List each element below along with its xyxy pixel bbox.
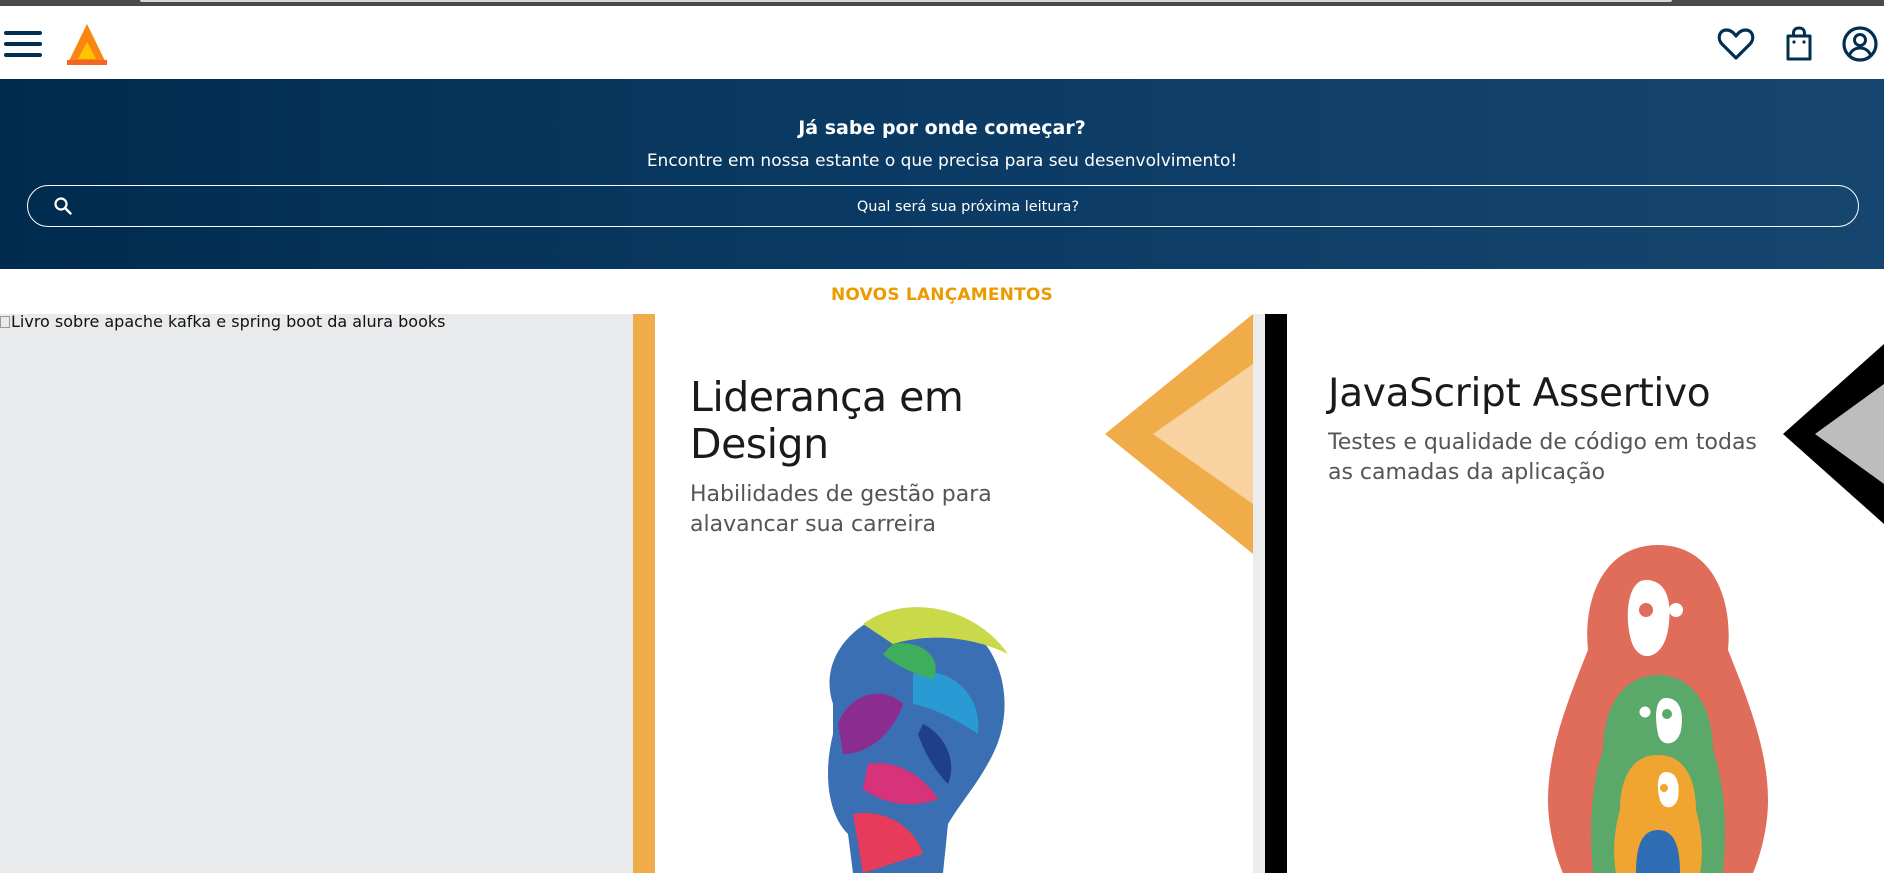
banner-title: Já sabe por onde começar? [798, 117, 1086, 139]
broken-image-alt-text: Livro sobre apache kafka e spring boot d… [0, 312, 445, 331]
search-banner: Já sabe por onde começar? Encontre em no… [0, 79, 1884, 269]
search-input[interactable] [88, 190, 1848, 224]
broken-book-image[interactable] [0, 314, 633, 873]
new-releases-title: NOVOS LANÇAMENTOS [831, 285, 1053, 305]
broken-image-icon [0, 316, 10, 328]
broken-image-alt-label: Livro sobre apache kafka e spring boot d… [11, 312, 446, 331]
book-subtitle: Testes e qualidade de código em todas as… [1328, 430, 1757, 485]
alurabooks-logo-icon[interactable] [66, 22, 108, 67]
cover-nesting-doll-illustration [1548, 545, 1768, 873]
search-icon[interactable] [53, 196, 73, 216]
book-spine [633, 314, 655, 873]
book-cover-lideranca-em-design[interactable]: Liderança em Design Habilidades de gestã… [633, 314, 1253, 873]
banner-subtitle: Encontre em nossa estante o que precisa … [646, 151, 1238, 171]
book-title: Liderança em Design [690, 373, 964, 469]
search-bar[interactable] [27, 185, 1859, 227]
heart-icon[interactable] [1716, 24, 1756, 64]
book-spine [1265, 314, 1287, 873]
cover-chevron-art [1105, 314, 1253, 554]
cover-chevron-art [1783, 344, 1884, 524]
shopping-bag-icon[interactable] [1779, 24, 1819, 64]
book-cover-javascript-assertivo[interactable]: JavaScript Assertivo Testes e qualidade … [1253, 314, 1884, 873]
address-bar-edge [140, 0, 1672, 2]
user-account-icon[interactable] [1840, 24, 1880, 64]
site-header [0, 6, 1884, 79]
cover-head-illustration [828, 607, 1008, 873]
book-title: JavaScript Assertivo [1328, 371, 1711, 416]
hamburger-menu-icon[interactable] [4, 29, 42, 59]
book-spine-edge [1253, 314, 1265, 873]
book-subtitle: Habilidades de gestão para alavancar sua… [690, 482, 992, 537]
